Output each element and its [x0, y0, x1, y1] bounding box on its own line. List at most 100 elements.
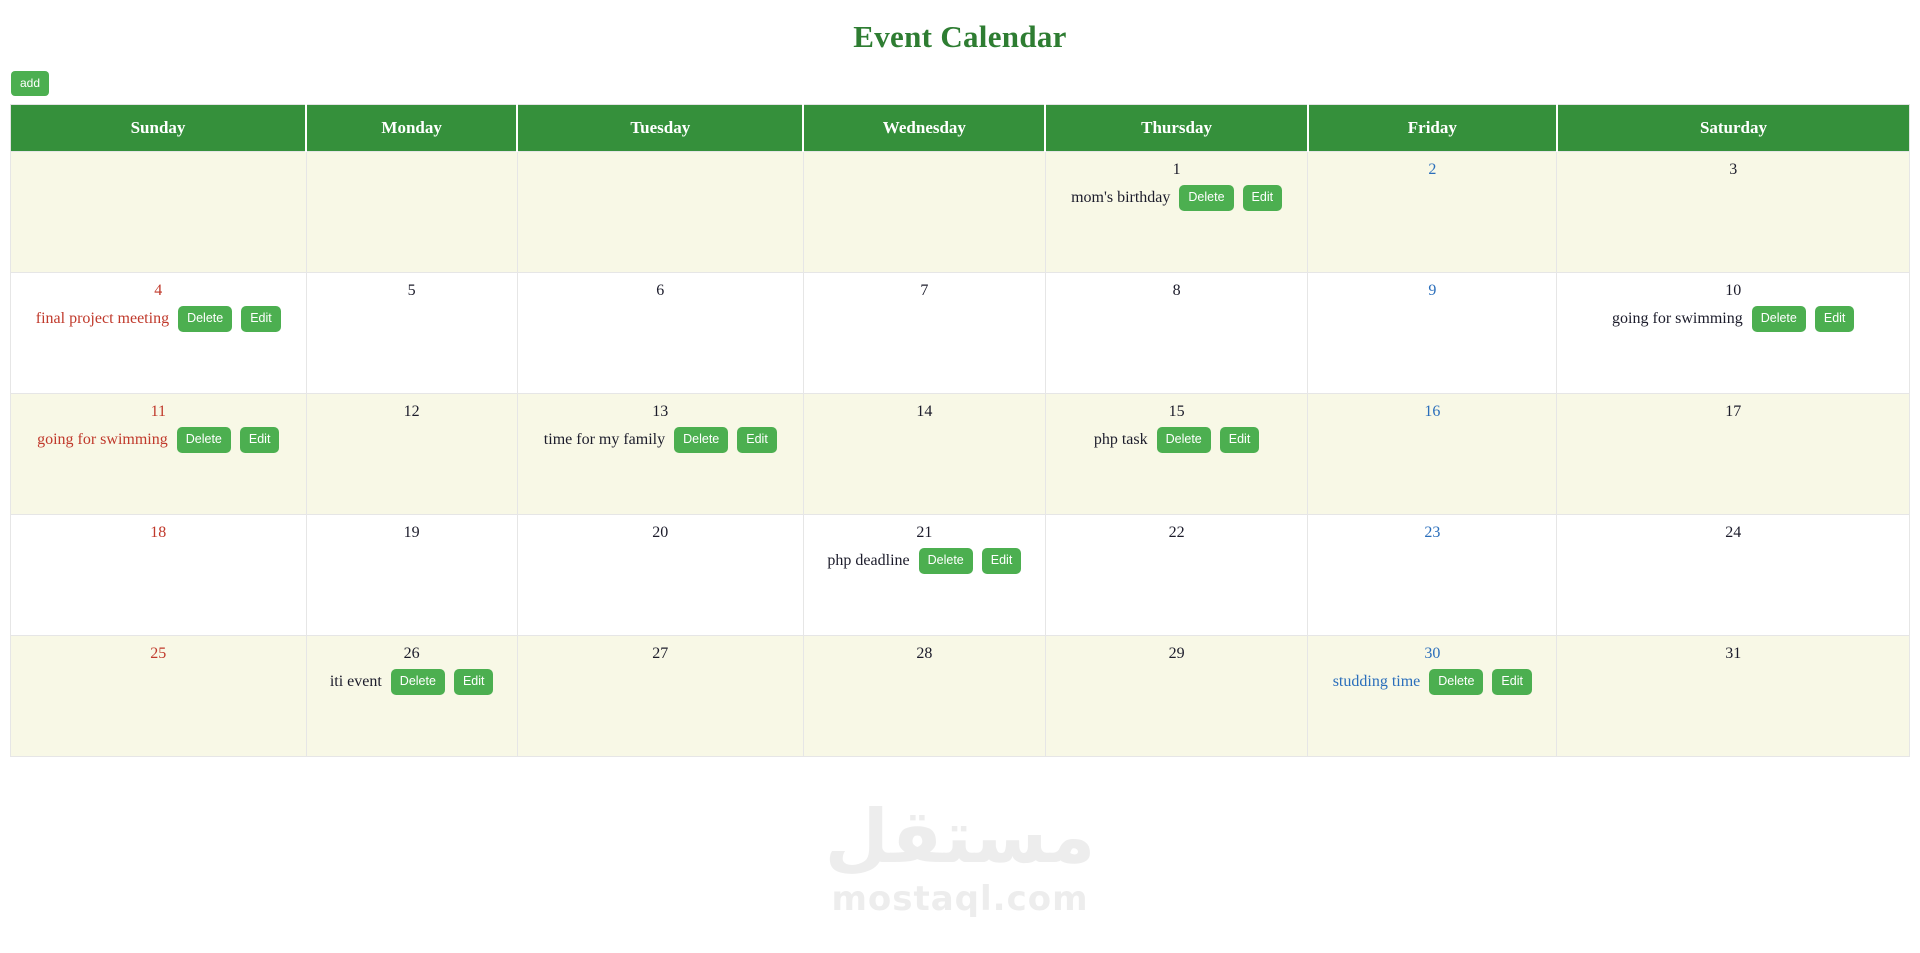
- day-number: 25: [150, 645, 167, 663]
- calendar-day-cell[interactable]: 6: [516, 272, 804, 395]
- edit-event-button[interactable]: Edit: [1814, 306, 1855, 332]
- calendar-day-cell[interactable]: 27: [516, 635, 804, 758]
- calendar-day-cell[interactable]: 30 studding time Delete Edit: [1307, 635, 1558, 758]
- event-title: going for swimming: [37, 431, 168, 449]
- delete-event-button[interactable]: Delete: [1429, 669, 1484, 695]
- event-title: mom's birthday: [1071, 189, 1171, 207]
- calendar-day-cell[interactable]: 14: [802, 393, 1046, 516]
- day-number: 29: [1168, 645, 1185, 663]
- event-item: mom's birthday Delete Edit: [1052, 185, 1301, 211]
- day-number: 30: [1424, 645, 1441, 663]
- calendar-day-cell[interactable]: 26 iti event Delete Edit: [305, 635, 518, 758]
- day-number: 27: [652, 645, 669, 663]
- weekday-header-friday: Friday: [1306, 104, 1558, 152]
- calendar-week-row: 25 26 iti event Delete Edit 27 28 29 30 studding …: [10, 635, 1910, 758]
- edit-event-button[interactable]: Edit: [737, 427, 777, 453]
- day-number: 9: [1428, 282, 1437, 300]
- calendar-day-cell[interactable]: 5: [305, 272, 518, 395]
- weekday-header-tuesday: Tuesday: [516, 104, 805, 152]
- weekday-header-wednesday: Wednesday: [802, 104, 1047, 152]
- calendar-day-cell[interactable]: 28: [802, 635, 1046, 758]
- weekday-header-thursday: Thursday: [1044, 104, 1309, 152]
- event-title: final project meeting: [35, 310, 170, 328]
- calendar-day-cell[interactable]: 16: [1307, 393, 1558, 516]
- calendar-week-row: 1 mom's birthday Delete Edit 2 3: [10, 151, 1910, 274]
- calendar-day-cell[interactable]: [305, 151, 518, 274]
- calendar-day-cell[interactable]: 23: [1307, 514, 1558, 637]
- watermark-domain: mostaql.com: [831, 879, 1089, 919]
- edit-event-button[interactable]: Edit: [1492, 669, 1532, 695]
- calendar-day-cell[interactable]: 3: [1556, 151, 1910, 274]
- calendar-day-cell[interactable]: [516, 151, 804, 274]
- calendar-day-cell[interactable]: 17: [1556, 393, 1910, 516]
- calendar-day-cell[interactable]: 31: [1556, 635, 1910, 758]
- calendar-day-cell[interactable]: 11 going for swimming Delete Edit: [10, 393, 307, 516]
- day-number: 4: [154, 282, 163, 300]
- calendar-day-cell[interactable]: 7: [802, 272, 1046, 395]
- delete-event-button[interactable]: Delete: [1751, 306, 1806, 332]
- calendar-header: Sunday Monday Tuesday Wednesday Thursday Frid…: [10, 104, 1910, 152]
- calendar-week-row: 11 going for swimming Delete Edit 12 13 time f…: [10, 393, 1910, 516]
- calendar-day-cell[interactable]: 9: [1307, 272, 1558, 395]
- calendar-body: 1 mom's birthday Delete Edit 2 3 4 final projec…: [10, 151, 1910, 758]
- day-number: 14: [916, 403, 933, 421]
- edit-event-button[interactable]: Edit: [239, 427, 280, 453]
- calendar-day-cell[interactable]: 10 going for swimming Delete Edit: [1556, 272, 1910, 395]
- add-event-button[interactable]: add: [11, 71, 50, 97]
- calendar-day-cell[interactable]: [802, 151, 1046, 274]
- day-number: 12: [403, 403, 420, 421]
- calendar-week-row: 4 final project meeting Delete Edit 5 6 7 8 9 10 g…: [10, 272, 1910, 395]
- calendar-day-cell[interactable]: 4 final project meeting Delete Edit: [10, 272, 307, 395]
- day-number: 5: [407, 282, 416, 300]
- weekday-header-saturday: Saturday: [1555, 104, 1910, 152]
- event-item: php deadline Delete Edit: [810, 548, 1039, 574]
- calendar-day-cell[interactable]: 19: [305, 514, 518, 637]
- weekday-header-row: Sunday Monday Tuesday Wednesday Thursday Frid…: [10, 104, 1910, 152]
- delete-event-button[interactable]: Delete: [674, 427, 729, 453]
- delete-event-button[interactable]: Delete: [178, 306, 233, 332]
- day-number: 15: [1168, 403, 1185, 421]
- edit-event-button[interactable]: Edit: [453, 669, 494, 695]
- calendar-table: Sunday Monday Tuesday Wednesday Thursday Frid…: [10, 104, 1910, 758]
- delete-event-button[interactable]: Delete: [176, 427, 231, 453]
- calendar-day-cell[interactable]: 12: [305, 393, 518, 516]
- event-title: php deadline: [827, 552, 910, 570]
- delete-event-button[interactable]: Delete: [1179, 185, 1234, 211]
- calendar-day-cell[interactable]: 22: [1044, 514, 1309, 637]
- event-title: studding time: [1332, 673, 1421, 691]
- event-item: going for swimming Delete Edit: [1563, 306, 1903, 332]
- day-number: 26: [403, 645, 420, 663]
- calendar-day-cell[interactable]: 25: [10, 635, 307, 758]
- day-number: 23: [1424, 524, 1441, 542]
- watermark: مستقل mostaql.com: [0, 800, 1920, 916]
- day-number: 13: [652, 403, 669, 421]
- edit-event-button[interactable]: Edit: [1219, 427, 1260, 453]
- page-title: Event Calendar: [853, 19, 1067, 54]
- calendar-day-cell[interactable]: 2: [1307, 151, 1558, 274]
- day-number: 11: [150, 403, 166, 421]
- calendar-day-cell[interactable]: 24: [1556, 514, 1910, 637]
- day-number: 7: [920, 282, 929, 300]
- watermark-arabic-logo: مستقل: [824, 794, 1096, 880]
- calendar-day-cell[interactable]: 20: [516, 514, 804, 637]
- calendar-day-cell[interactable]: 1 mom's birthday Delete Edit: [1044, 151, 1309, 274]
- calendar-day-cell[interactable]: [10, 151, 307, 274]
- day-number: 20: [652, 524, 669, 542]
- delete-event-button[interactable]: Delete: [1156, 427, 1211, 453]
- calendar-day-cell[interactable]: 15 php task Delete Edit: [1044, 393, 1309, 516]
- calendar-day-cell[interactable]: 29: [1044, 635, 1309, 758]
- event-item: studding time Delete Edit: [1314, 669, 1550, 695]
- calendar-day-cell[interactable]: 13 time for my family Delete Edit: [516, 393, 804, 516]
- calendar-day-cell[interactable]: 18: [10, 514, 307, 637]
- calendar-container: Sunday Monday Tuesday Wednesday Thursday Frid…: [0, 96, 1920, 758]
- event-title: time for my family: [543, 431, 666, 449]
- day-number: 18: [150, 524, 167, 542]
- delete-event-button[interactable]: Delete: [918, 548, 973, 574]
- edit-event-button[interactable]: Edit: [981, 548, 1022, 574]
- delete-event-button[interactable]: Delete: [390, 669, 445, 695]
- calendar-day-cell[interactable]: 8: [1044, 272, 1309, 395]
- edit-event-button[interactable]: Edit: [241, 306, 281, 332]
- edit-event-button[interactable]: Edit: [1242, 185, 1283, 211]
- calendar-day-cell[interactable]: 21 php deadline Delete Edit: [802, 514, 1046, 637]
- day-number: 24: [1725, 524, 1742, 542]
